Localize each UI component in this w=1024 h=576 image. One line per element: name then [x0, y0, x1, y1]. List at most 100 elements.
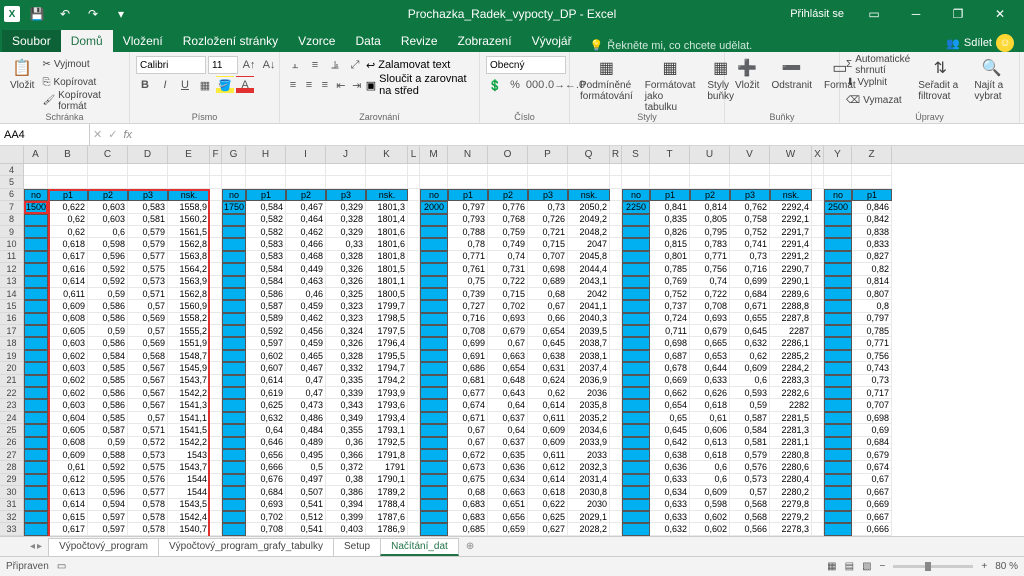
cell[interactable]: 0,466: [286, 238, 326, 250]
cell[interactable]: [420, 474, 448, 486]
cell[interactable]: 0,586: [88, 300, 128, 312]
cell[interactable]: [770, 176, 812, 188]
increase-font-icon[interactable]: A↑: [240, 56, 258, 74]
cell[interactable]: [222, 499, 246, 511]
cell[interactable]: 2286,1: [770, 337, 812, 349]
indent-decrease-icon[interactable]: ⇤: [334, 76, 348, 94]
cell[interactable]: 0,805: [690, 214, 730, 226]
cell[interactable]: [824, 300, 852, 312]
cell[interactable]: 0,702: [488, 300, 528, 312]
cell[interactable]: [408, 201, 420, 213]
cell[interactable]: [366, 176, 408, 188]
cell[interactable]: p1: [650, 189, 690, 201]
cell[interactable]: 0,654: [488, 362, 528, 374]
cell[interactable]: [622, 437, 650, 449]
tab-formulas[interactable]: Vzorce: [288, 30, 345, 52]
cell[interactable]: 2281,1: [770, 437, 812, 449]
cell[interactable]: 0,459: [286, 337, 326, 349]
cell[interactable]: 0,759: [488, 226, 528, 238]
cell[interactable]: 0,597: [88, 511, 128, 523]
cell[interactable]: 1540,7: [168, 523, 210, 535]
cell[interactable]: 0,618: [690, 449, 730, 461]
cell[interactable]: 0,567: [128, 375, 168, 387]
cell[interactable]: 0,57: [128, 412, 168, 424]
cell[interactable]: 0,326: [326, 337, 366, 349]
cell[interactable]: 2000: [420, 201, 448, 213]
cell[interactable]: 1562,8: [168, 288, 210, 300]
tab-review[interactable]: Revize: [391, 30, 448, 52]
cell[interactable]: [210, 486, 222, 498]
cell[interactable]: 0,598: [690, 499, 730, 511]
cell[interactable]: [210, 461, 222, 473]
cell[interactable]: 1560,9: [168, 300, 210, 312]
cell[interactable]: 0,612: [48, 474, 88, 486]
cell[interactable]: 0,637: [488, 412, 528, 424]
cell[interactable]: [812, 251, 824, 263]
cell[interactable]: 0,602: [690, 523, 730, 535]
cell[interactable]: 0,689: [528, 276, 568, 288]
cell[interactable]: [222, 176, 246, 188]
cell[interactable]: 0,581: [730, 437, 770, 449]
cell[interactable]: 0,644: [690, 362, 730, 374]
cell[interactable]: 0,645: [528, 337, 568, 349]
cell[interactable]: [210, 362, 222, 374]
cell[interactable]: no: [824, 189, 852, 201]
col-header[interactable]: Z: [852, 146, 892, 163]
cell[interactable]: 0,567: [128, 387, 168, 399]
cell[interactable]: 0,633: [650, 474, 690, 486]
cell[interactable]: [408, 300, 420, 312]
cell[interactable]: 0,569: [128, 313, 168, 325]
cell[interactable]: 0,541: [286, 499, 326, 511]
name-box[interactable]: AA4: [0, 124, 90, 145]
cell[interactable]: 0,613: [690, 437, 730, 449]
cell[interactable]: [610, 226, 622, 238]
cell[interactable]: 1543: [168, 449, 210, 461]
cell[interactable]: 0,683: [448, 499, 488, 511]
cell[interactable]: 0,619: [246, 387, 286, 399]
sheet-tab[interactable]: Setup: [333, 538, 381, 556]
cell[interactable]: 0,579: [128, 226, 168, 238]
cell[interactable]: [246, 164, 286, 176]
cell[interactable]: [812, 176, 824, 188]
macro-record-icon[interactable]: ▭: [57, 561, 66, 572]
cell[interactable]: 0,635: [488, 449, 528, 461]
cell[interactable]: 0,645: [730, 325, 770, 337]
cell[interactable]: 0,366: [326, 449, 366, 461]
cell[interactable]: 0,801: [650, 251, 690, 263]
cell[interactable]: 2035,8: [568, 399, 610, 411]
cell[interactable]: [610, 313, 622, 325]
cell[interactable]: [824, 214, 852, 226]
cell[interactable]: [408, 214, 420, 226]
cell[interactable]: 0,33: [326, 238, 366, 250]
cell[interactable]: [824, 337, 852, 349]
cell[interactable]: [610, 214, 622, 226]
cell[interactable]: [210, 523, 222, 535]
cell[interactable]: 0,684: [246, 486, 286, 498]
cell[interactable]: 0,596: [88, 251, 128, 263]
cell[interactable]: [222, 511, 246, 523]
row-header[interactable]: 4: [0, 164, 23, 176]
cell[interactable]: [622, 511, 650, 523]
cell[interactable]: 0,739: [448, 288, 488, 300]
cell[interactable]: 0,634: [650, 486, 690, 498]
cell[interactable]: 2500: [824, 201, 852, 213]
cell[interactable]: [24, 399, 48, 411]
cell[interactable]: 1558,9: [168, 201, 210, 213]
cell[interactable]: [420, 164, 448, 176]
clear-button[interactable]: ⌫Vymazat: [846, 92, 910, 109]
cell[interactable]: 0,594: [88, 499, 128, 511]
sheet-nav-last-icon[interactable]: ▸: [37, 541, 42, 552]
cell[interactable]: [622, 325, 650, 337]
cell[interactable]: 0,618: [690, 399, 730, 411]
cell[interactable]: [210, 288, 222, 300]
cell[interactable]: 0,636: [488, 461, 528, 473]
cell[interactable]: 0,699: [448, 337, 488, 349]
cell[interactable]: 0,614: [246, 375, 286, 387]
cell[interactable]: 2036,9: [568, 375, 610, 387]
cell[interactable]: 2032,3: [568, 461, 610, 473]
cell[interactable]: [610, 300, 622, 312]
cell[interactable]: [24, 313, 48, 325]
cell[interactable]: 0,671: [448, 412, 488, 424]
cell[interactable]: 0,6: [730, 375, 770, 387]
tab-insert[interactable]: Vložení: [113, 30, 173, 52]
